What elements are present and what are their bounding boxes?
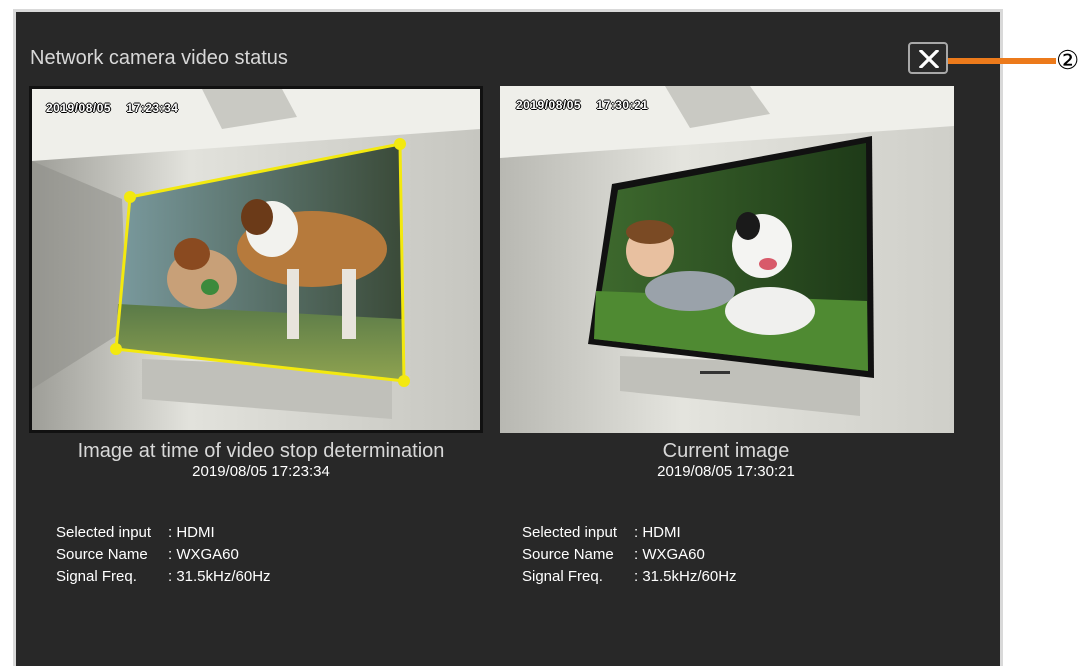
info-row: Source Name : WXGA60 xyxy=(56,544,271,566)
info-key: Signal Freq. xyxy=(56,568,137,585)
info-row: Selected input : HDMI xyxy=(56,522,271,544)
info-key: Source Name xyxy=(522,546,614,563)
stop-snapshot-image: 2019/08/05 17:23:34 xyxy=(29,86,483,433)
close-icon xyxy=(919,50,939,68)
left-caption-time: 2019/08/05 17:23:34 xyxy=(192,463,330,480)
right-caption: Current image 2019/08/05 17:30:21 xyxy=(491,440,961,480)
info-row: Source Name : WXGA60 xyxy=(522,544,737,566)
dialog-title: Network camera video status xyxy=(30,47,288,69)
left-caption: Image at time of video stop determinatio… xyxy=(26,440,496,480)
info-key: Selected input xyxy=(56,524,152,541)
right-timestamp-overlay: 2019/08/05 17:30:21 xyxy=(516,98,649,112)
info-row: Signal Freq. : 31.5kHz/60Hz xyxy=(522,566,737,588)
callout-number: ② xyxy=(1056,45,1080,75)
right-signal-info: Selected input : HDMI Source Name : WXGA60… xyxy=(522,522,737,588)
info-value: : WXGA60 xyxy=(634,546,705,563)
close-button[interactable] xyxy=(908,42,948,74)
info-value: : HDMI xyxy=(634,524,681,541)
left-signal-info: Selected input : HDMI Source Name : WXGA60… xyxy=(56,522,271,588)
left-timestamp-overlay: 2019/08/05 17:23:34 xyxy=(46,101,179,115)
info-key: Selected input xyxy=(522,524,618,541)
right-caption-time: 2019/08/05 17:30:21 xyxy=(657,463,795,480)
info-key: Source Name xyxy=(56,546,148,563)
callout-line xyxy=(948,58,1056,64)
info-value: : HDMI xyxy=(168,524,215,541)
info-value: : WXGA60 xyxy=(168,546,239,563)
current-image: 2019/08/05 17:30:21 xyxy=(500,86,954,433)
left-caption-title: Image at time of video stop determinatio… xyxy=(77,440,445,462)
info-row: Selected input : HDMI xyxy=(522,522,737,544)
info-row: Signal Freq. : 31.5kHz/60Hz xyxy=(56,566,271,588)
info-key: Signal Freq. xyxy=(522,568,603,585)
info-value: : 31.5kHz/60Hz xyxy=(634,568,737,585)
right-caption-title: Current image xyxy=(662,440,790,462)
info-value: : 31.5kHz/60Hz xyxy=(168,568,271,585)
